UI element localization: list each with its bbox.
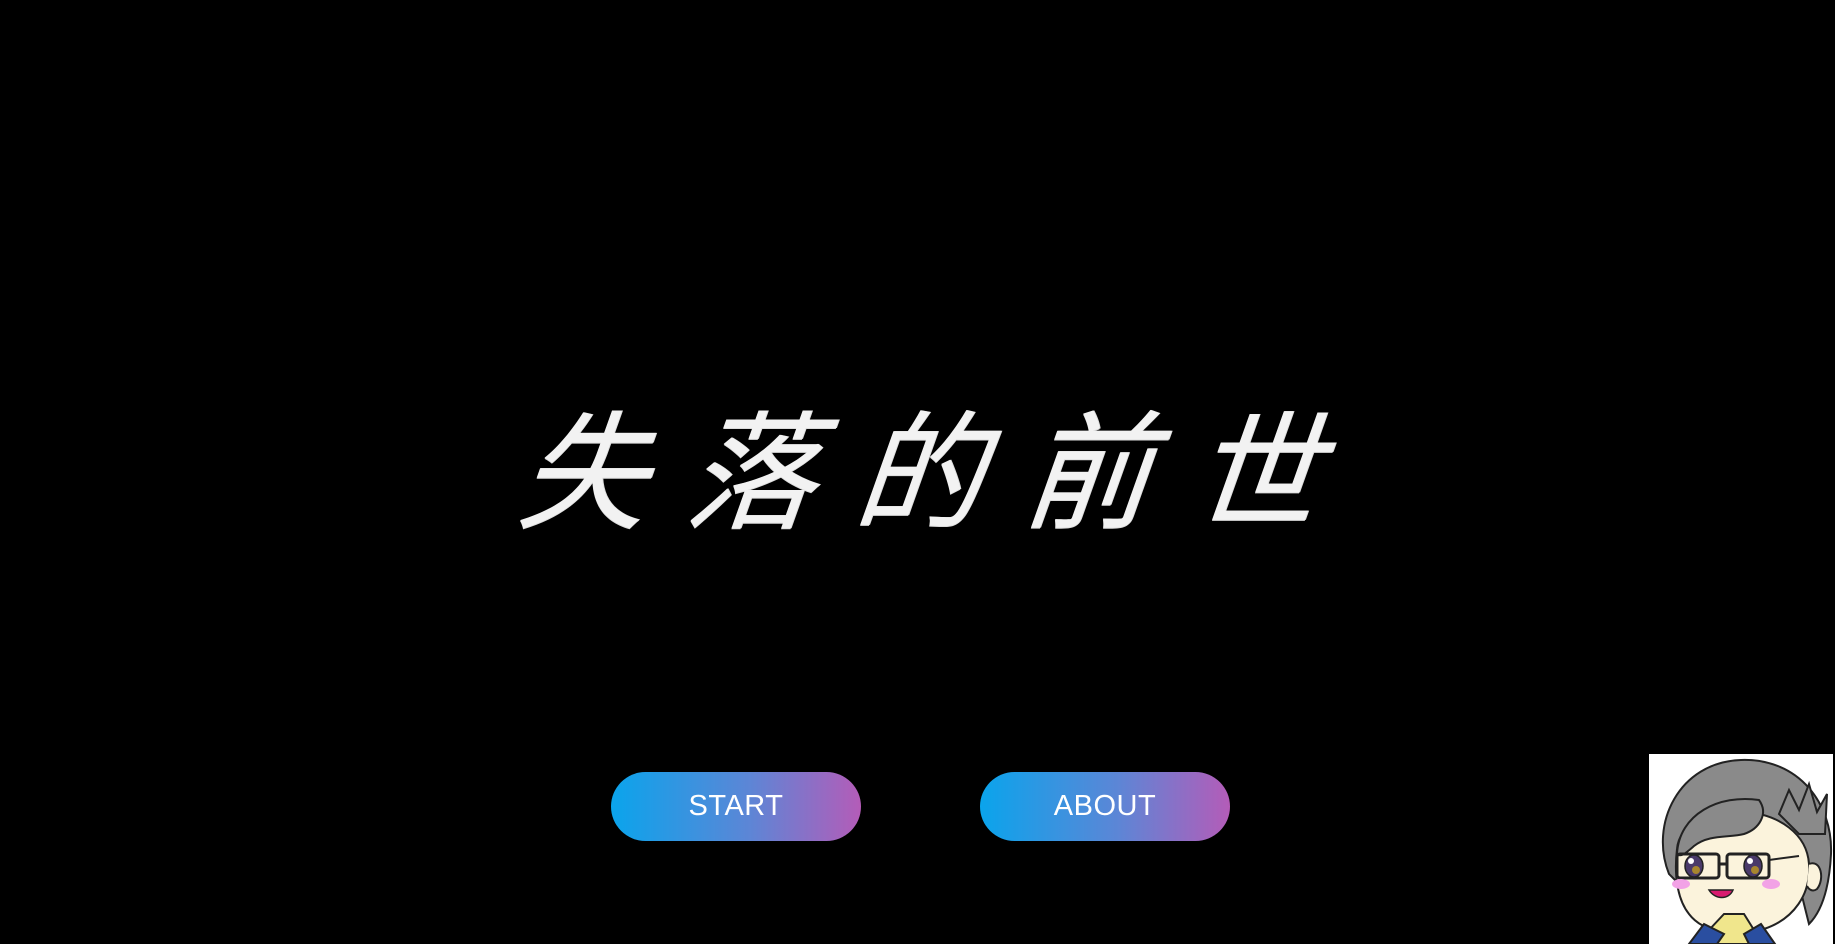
title-char-3: 的 [848, 400, 992, 549]
character-portrait-icon [1661, 758, 1833, 944]
about-button[interactable]: ABOUT [980, 772, 1230, 841]
title-char-5: 世 [1184, 400, 1328, 549]
title-char-4: 前 [1016, 400, 1160, 549]
title-char-2: 落 [680, 400, 824, 549]
character-avatar [1649, 754, 1833, 944]
game-title: 失 落 的 前 世 [512, 395, 1328, 555]
start-button[interactable]: START [611, 772, 861, 841]
title-char-1: 失 [512, 400, 656, 549]
